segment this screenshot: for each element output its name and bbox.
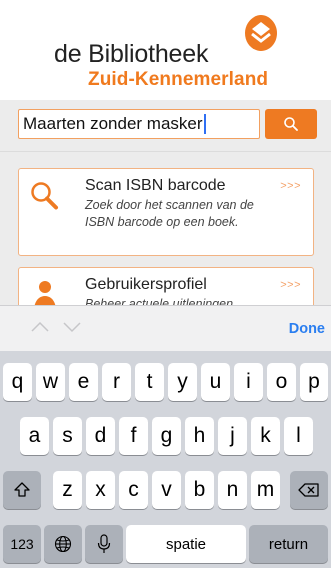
key-n[interactable]: n (218, 471, 247, 509)
dictation-key[interactable] (85, 525, 123, 563)
user-profile-card[interactable]: Gebruikersprofiel Beheer actuele uitleni… (18, 267, 314, 305)
key-w[interactable]: w (36, 363, 65, 401)
chevron-down-icon[interactable] (62, 319, 82, 333)
done-button[interactable]: Done (289, 321, 325, 337)
search-input[interactable]: Maarten zonder masker (18, 109, 260, 139)
key-b[interactable]: b (185, 471, 214, 509)
card-title: Scan ISBN barcode (85, 177, 226, 194)
search-bar: Maarten zonder masker (0, 100, 331, 152)
microphone-icon (97, 534, 111, 553)
key-s[interactable]: s (53, 417, 82, 455)
key-m[interactable]: m (251, 471, 280, 509)
card-description: Beheer actuele uitleningen (85, 297, 234, 305)
key-x[interactable]: x (86, 471, 115, 509)
logo-text-primary: de Bibliotheek (54, 40, 209, 68)
card-description: Zoek door het scannen van de ISBN barcod… (85, 198, 254, 229)
shift-key[interactable] (3, 471, 41, 509)
key-i[interactable]: i (234, 363, 263, 401)
space-key[interactable]: spatie (126, 525, 246, 563)
keyboard: q w e r t y u i o p a s d f g h j k l z … (0, 351, 331, 568)
return-key[interactable]: return (249, 525, 328, 563)
shift-icon (14, 482, 30, 497)
key-u[interactable]: u (201, 363, 230, 401)
key-h[interactable]: h (185, 417, 214, 455)
card-arrow: >>> (280, 180, 301, 192)
key-t[interactable]: t (135, 363, 164, 401)
key-q[interactable]: q (3, 363, 32, 401)
key-j[interactable]: j (218, 417, 247, 455)
app-header: de Bibliotheek Zuid-Kennemerland (0, 0, 331, 100)
key-e[interactable]: e (69, 363, 98, 401)
key-z[interactable]: z (53, 471, 82, 509)
key-l[interactable]: l (284, 417, 313, 455)
key-g[interactable]: g (152, 417, 181, 455)
numbers-key[interactable]: 123 (3, 525, 41, 563)
key-d[interactable]: d (86, 417, 115, 455)
key-k[interactable]: k (251, 417, 280, 455)
person-icon (34, 281, 56, 305)
key-f[interactable]: f (119, 417, 148, 455)
scan-isbn-card[interactable]: Scan ISBN barcode Zoek door het scannen … (18, 168, 314, 256)
key-a[interactable]: a (20, 417, 49, 455)
key-p[interactable]: p (300, 363, 328, 401)
keyboard-accessory-bar: Done (0, 305, 331, 351)
magnifier-icon (31, 182, 58, 210)
globe-key[interactable] (44, 525, 82, 563)
key-o[interactable]: o (267, 363, 296, 401)
search-button[interactable] (265, 109, 317, 139)
key-v[interactable]: v (152, 471, 181, 509)
chevron-up-icon[interactable] (30, 319, 50, 333)
key-y[interactable]: y (168, 363, 197, 401)
search-input-value: Maarten zonder masker (23, 114, 203, 133)
key-c[interactable]: c (119, 471, 148, 509)
card-title: Gebruikersprofiel (85, 276, 207, 293)
key-r[interactable]: r (102, 363, 131, 401)
library-logo-icon (245, 15, 277, 51)
card-arrow: >>> (280, 279, 301, 291)
delete-key[interactable] (290, 471, 328, 509)
main-content: Scan ISBN barcode Zoek door het scannen … (0, 152, 331, 305)
logo-text-secondary: Zuid-Kennemerland (88, 69, 269, 90)
text-cursor (203, 114, 206, 134)
globe-icon (54, 535, 72, 553)
search-icon (284, 117, 298, 131)
backspace-icon (298, 483, 319, 497)
